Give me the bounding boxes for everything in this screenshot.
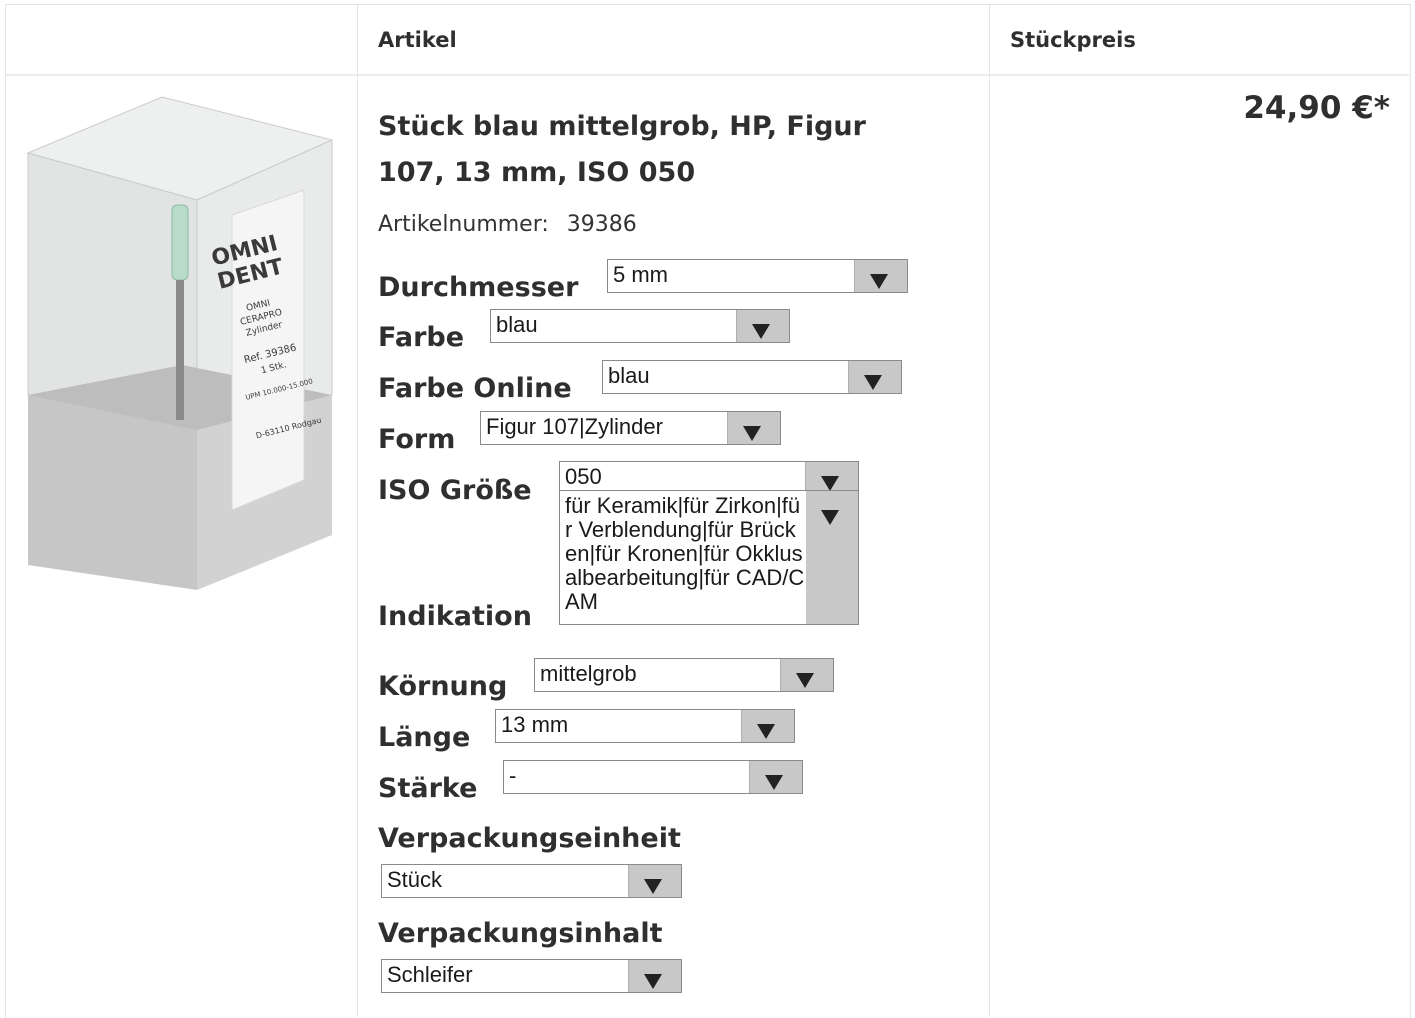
form-select[interactable]: Figur 107|Zylinder [480,411,781,445]
laenge-value: 13 mm [501,712,569,737]
iso-groesse-label: ISO Größe [378,475,532,506]
unit-price: 24,90 €* [1243,90,1390,126]
product-image[interactable]: OMNI DENT OMNI CERAPRO Zylinder Ref. 393… [22,95,338,595]
chevron-down-icon [628,960,681,992]
verpackungsinhalt-value: Schleifer [387,962,473,987]
indikation-value: für Keramik|für Zirkon|für Verblendung|f… [565,493,805,614]
column-divider [989,4,990,1017]
column-header-unit-price: Stückpreis [1010,28,1136,52]
verpackungseinheit-label: Verpackungseinheit [378,823,681,854]
farbe-select[interactable]: blau [490,309,790,343]
verpackungseinheit-value: Stück [387,867,443,892]
staerke-label: Stärke [378,773,478,804]
chevron-down-icon [749,761,802,793]
koernung-value: mittelgrob [540,661,637,686]
chevron-down-icon [727,412,780,444]
durchmesser-label: Durchmesser [378,272,579,303]
koernung-label: Körnung [378,671,508,702]
product-title[interactable]: Stück blau mittelgrob, HP, Figur 107, 13… [378,104,938,196]
chevron-down-icon [848,361,901,393]
verpackungseinheit-select[interactable]: Stück [381,864,682,898]
verpackungsinhalt-label: Verpackungsinhalt [378,918,663,949]
farbe-online-label: Farbe Online [378,373,572,404]
indikation-select[interactable]: für Keramik|für Zirkon|für Verblendung|f… [559,490,859,625]
staerke-value: - [509,763,517,788]
farbe-label: Farbe [378,322,465,353]
verpackungsinhalt-select[interactable]: Schleifer [381,959,682,993]
header-divider [5,74,1409,76]
chevron-down-icon [806,491,858,624]
article-number: Artikelnummer: 39386 [378,212,637,237]
durchmesser-value: 5 mm [613,262,668,287]
form-value: Figur 107|Zylinder [486,414,663,439]
form-label: Form [378,424,456,455]
laenge-label: Länge [378,722,471,753]
laenge-select[interactable]: 13 mm [495,709,795,743]
indikation-label: Indikation [378,601,532,632]
durchmesser-select[interactable]: 5 mm [607,259,908,293]
chevron-down-icon [854,260,907,292]
farbe-online-select[interactable]: blau [602,360,902,394]
staerke-select[interactable]: - [503,760,803,794]
chevron-down-icon [736,310,789,342]
article-number-value: 39386 [566,212,637,237]
chevron-down-icon [741,710,794,742]
farbe-value: blau [496,312,538,337]
column-divider [357,4,358,1017]
chevron-down-icon [780,659,833,691]
koernung-select[interactable]: mittelgrob [534,658,834,692]
iso-groesse-value: 050 [565,464,602,489]
farbe-online-value: blau [608,363,650,388]
article-number-label: Artikelnummer: [378,212,549,237]
chevron-down-icon [628,865,681,897]
column-header-article: Artikel [378,28,457,52]
